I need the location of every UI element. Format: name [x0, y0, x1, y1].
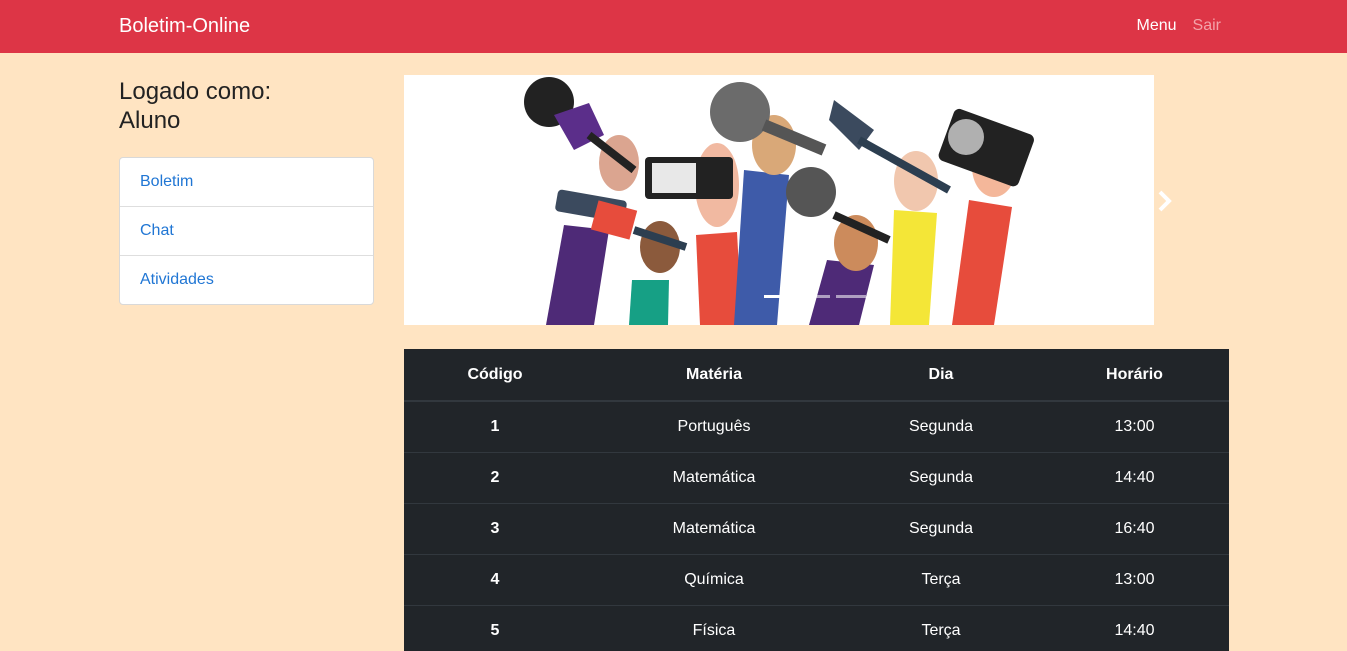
cell-horario: 16:40: [1040, 503, 1229, 555]
cell-materia: Química: [586, 554, 842, 606]
cell-dia: Segunda: [842, 400, 1040, 453]
carousel-next-icon[interactable]: [1152, 186, 1178, 216]
table-row: 3 Matemática Segunda 16:40: [404, 503, 1229, 555]
col-materia: Matéria: [586, 349, 842, 402]
cell-codigo: 5: [404, 605, 586, 651]
logged-in-heading: Logado como: Aluno: [119, 77, 271, 135]
brand-link[interactable]: Boletim-Online: [119, 15, 250, 38]
sidebar-item-atividades[interactable]: Atividades: [120, 256, 373, 304]
microphones-illustration: [524, 77, 1034, 325]
col-dia: Dia: [842, 349, 1040, 402]
nav-links: Menu Sair: [1137, 17, 1221, 35]
cell-materia: Matemática: [586, 452, 842, 504]
cell-materia: Matemática: [586, 503, 842, 555]
carousel-indicator-3[interactable]: [836, 295, 866, 298]
schedule-table: Código Matéria Dia Horário 1 Português S…: [404, 349, 1229, 651]
table-row: 1 Português Segunda 13:00: [404, 400, 1229, 453]
nav-logout-link[interactable]: Sair: [1193, 17, 1221, 35]
cell-dia: Terça: [842, 554, 1040, 606]
cell-dia: Segunda: [842, 503, 1040, 555]
carousel-indicators: [764, 295, 866, 298]
table-row: 5 Física Terça 14:40: [404, 605, 1229, 651]
logged-label: Logado como:: [119, 78, 272, 105]
cell-codigo: 3: [404, 503, 586, 555]
cell-horario: 14:40: [1040, 452, 1229, 504]
cell-dia: Terça: [842, 605, 1040, 651]
cell-materia: Física: [586, 605, 842, 651]
cell-dia: Segunda: [842, 452, 1040, 504]
carousel: [404, 75, 1154, 325]
carousel-indicator-2[interactable]: [800, 295, 830, 298]
cell-horario: 13:00: [1040, 400, 1229, 453]
table-header-row: Código Matéria Dia Horário: [404, 349, 1229, 402]
carousel-indicator-1[interactable]: [764, 295, 794, 298]
sidebar-menu: Boletim Chat Atividades: [119, 157, 374, 305]
cell-codigo: 2: [404, 452, 586, 504]
cell-codigo: 1: [404, 400, 586, 453]
sidebar-item-boletim[interactable]: Boletim: [120, 158, 373, 207]
cell-materia: Português: [586, 400, 842, 453]
sidebar-item-chat[interactable]: Chat: [120, 207, 373, 256]
cell-horario: 14:40: [1040, 605, 1229, 651]
col-horario: Horário: [1040, 349, 1229, 402]
nav-menu-link[interactable]: Menu: [1137, 17, 1177, 35]
cell-horario: 13:00: [1040, 554, 1229, 606]
cell-codigo: 4: [404, 554, 586, 606]
user-role: Aluno: [119, 107, 181, 134]
top-navbar: Boletim-Online Menu Sair: [0, 0, 1347, 53]
col-codigo: Código: [404, 349, 586, 402]
table-row: 2 Matemática Segunda 14:40: [404, 452, 1229, 504]
table-row: 4 Química Terça 13:00: [404, 554, 1229, 606]
